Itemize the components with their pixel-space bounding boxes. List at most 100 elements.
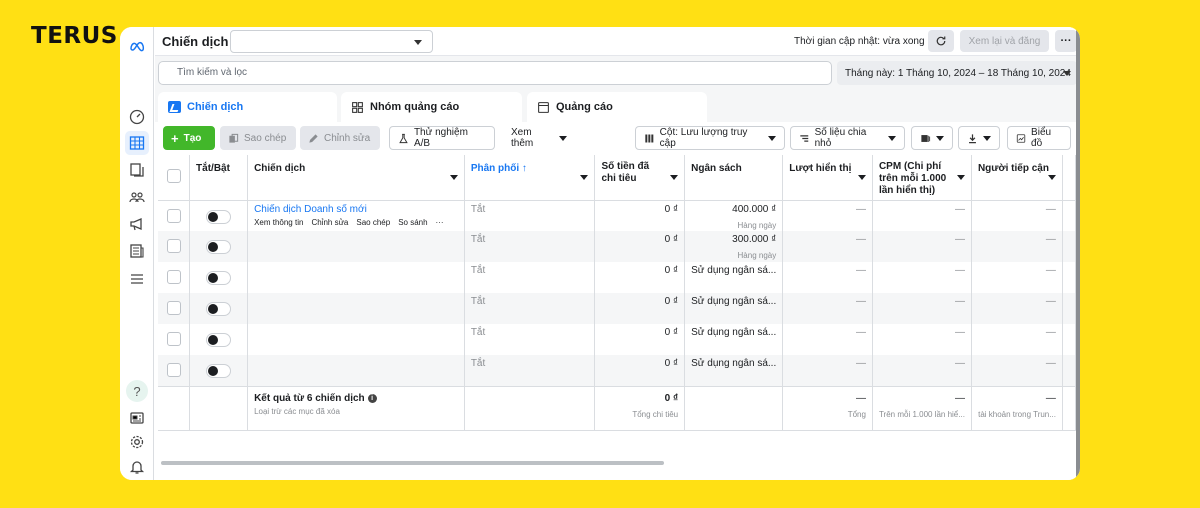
impressions-cell: — xyxy=(782,200,873,231)
row-checkbox[interactable] xyxy=(166,332,181,346)
row-checkbox[interactable] xyxy=(166,363,181,377)
billing-icon[interactable] xyxy=(125,239,149,263)
col-header-delivery[interactable]: Phân phối ↑ xyxy=(464,155,596,201)
col-header-overflow xyxy=(1062,155,1077,201)
row-toggle[interactable] xyxy=(206,209,232,224)
megaphone-icon[interactable] xyxy=(125,212,149,236)
campaign-name-cell[interactable] xyxy=(247,324,465,355)
help-icon[interactable]: ? xyxy=(126,380,148,402)
export-dropdown[interactable] xyxy=(958,126,1000,150)
ab-test-button[interactable]: Thử nghiệm A/B xyxy=(389,126,495,150)
horizontal-scrollbar[interactable] xyxy=(161,461,664,465)
copy-button[interactable]: Sao chép xyxy=(220,126,296,150)
chevron-down-icon xyxy=(1047,175,1056,180)
campaign-name-cell[interactable] xyxy=(247,293,465,324)
select-all-checkbox[interactable] xyxy=(166,169,181,183)
chart-label: Biểu đồ xyxy=(1031,127,1052,149)
columns-dropdown[interactable]: Cột: Lưu lượng truy cập xyxy=(635,126,785,150)
budget-cell: 400.000 ₫ xyxy=(732,203,777,215)
col-header-label: Người tiếp cận xyxy=(977,163,1049,174)
table-summary-row: Kết quả từ 6 chiến dịch i Loại trừ các mụ… xyxy=(158,385,1077,431)
create-label: Tạo xyxy=(183,132,202,144)
view-charts-link[interactable]: Xem thông tin xyxy=(254,218,303,227)
search-input[interactable] xyxy=(177,67,817,78)
create-button[interactable]: + Tạo xyxy=(163,126,215,150)
tab-ad-sets[interactable]: Nhóm quảng cáo xyxy=(341,92,522,122)
col-header-reach[interactable]: Người tiếp cận xyxy=(971,155,1063,201)
news-icon[interactable] xyxy=(125,406,149,430)
audience-icon[interactable] xyxy=(125,185,149,209)
col-header-impressions[interactable]: Lượt hiển thị xyxy=(782,155,873,201)
edit-link[interactable]: Chỉnh sửa xyxy=(311,218,348,227)
info-icon[interactable]: i xyxy=(367,393,377,403)
cpm-cell: — xyxy=(872,200,972,231)
refresh-button[interactable] xyxy=(928,30,954,52)
settings-gear-icon[interactable] xyxy=(125,430,149,454)
cpm-cell: — xyxy=(872,293,972,324)
row-toggle[interactable] xyxy=(206,333,232,347)
row-checkbox[interactable] xyxy=(166,239,181,253)
chart-button[interactable]: Biểu đồ xyxy=(1007,126,1071,150)
tab-ads[interactable]: Quảng cáo xyxy=(527,92,707,122)
see-more-dropdown[interactable]: Xem thêm xyxy=(503,126,575,150)
col-header-budget[interactable]: Ngân sách xyxy=(684,155,784,201)
table-row[interactable]: Tắt 0 ₫ Sử dụng ngân sá... — — — xyxy=(158,324,1077,355)
row-toggle[interactable] xyxy=(206,302,232,316)
table-row[interactable]: Tắt 0 ₫ Sử dụng ngân sá... — — — xyxy=(158,262,1077,293)
campaign-name-cell[interactable] xyxy=(247,262,465,293)
budget-cell: Sử dụng ngân sá... xyxy=(684,262,784,293)
search-filter-bar[interactable] xyxy=(158,61,832,85)
breakdown-dropdown[interactable]: Số liệu chia nhỏ xyxy=(790,126,905,150)
spent-cell: 0 ₫ xyxy=(594,200,686,231)
compare-link[interactable]: So sánh xyxy=(398,218,427,227)
tab-campaigns[interactable]: Chiến dịch xyxy=(158,92,337,122)
reach-cell: — xyxy=(971,262,1063,293)
vertical-scrollbar[interactable] xyxy=(1076,27,1080,480)
meta-logo-icon[interactable] xyxy=(125,34,149,58)
row-checkbox[interactable] xyxy=(166,301,181,315)
summary-title: Kết quả từ 6 chiến dịch i xyxy=(254,393,458,404)
dashboard-icon[interactable] xyxy=(125,105,149,129)
summary-subtitle: Loại trừ các mục đã xóa xyxy=(254,406,340,416)
table-row[interactable]: Tắt 0 ₫ 300.000 ₫ Hàng ngày — — — xyxy=(158,231,1077,262)
col-header-cpm[interactable]: CPM (Chi phí trên mỗi 1.000 lần hiển thị… xyxy=(872,155,972,201)
update-status-text: Thời gian cập nhật: vừa xong xyxy=(794,36,925,47)
col-header-onoff[interactable]: Tắt/Bật xyxy=(189,155,249,201)
col-header-campaign[interactable]: Chiến dịch xyxy=(247,155,465,201)
notification-bell-icon[interactable] xyxy=(125,455,149,479)
table-row[interactable]: Chiến dịch Doanh số mới Xem thông tin Ch… xyxy=(158,200,1077,231)
table-icon[interactable] xyxy=(125,131,149,155)
row-more-icon[interactable]: ··· xyxy=(436,218,444,227)
row-toggle[interactable] xyxy=(206,240,232,254)
duplicate-link[interactable]: Sao chép xyxy=(356,218,390,227)
menu-icon[interactable] xyxy=(125,267,149,291)
more-options-button[interactable]: ··· xyxy=(1055,30,1077,52)
copy-icon xyxy=(229,133,239,143)
reports-dropdown[interactable] xyxy=(911,126,953,150)
chevron-down-icon xyxy=(414,40,422,45)
delivery-cell: Tắt xyxy=(464,355,596,386)
table-row[interactable]: Tắt 0 ₫ Sử dụng ngân sá... — — — xyxy=(158,355,1077,386)
row-toggle[interactable] xyxy=(206,271,232,285)
campaign-name-cell[interactable] xyxy=(247,355,465,386)
row-checkbox[interactable] xyxy=(166,208,181,223)
col-header-amount-spent[interactable]: Số tiền đã chi tiêu xyxy=(594,155,686,201)
row-checkbox[interactable] xyxy=(166,270,181,284)
summary-impressions-label: Tổng xyxy=(847,409,866,419)
row-toggle[interactable] xyxy=(206,364,232,378)
summary-title-text: Kết quả từ 6 chiến dịch xyxy=(254,392,365,404)
table-row[interactable]: Tắt 0 ₫ Sử dụng ngân sá... — — — xyxy=(158,293,1077,324)
pencil-icon xyxy=(309,133,318,143)
review-publish-button[interactable]: Xem lại và đăng xyxy=(960,30,1049,52)
campaign-select-dropdown[interactable] xyxy=(230,30,433,53)
campaign-name-link[interactable]: Chiến dịch Doanh số mới xyxy=(254,204,458,215)
date-range-picker[interactable]: Tháng này: 1 Tháng 10, 2024 – 18 Tháng 1… xyxy=(837,61,1077,85)
chevron-down-icon xyxy=(956,175,965,180)
pages-icon[interactable] xyxy=(125,158,149,182)
campaign-name-cell[interactable] xyxy=(247,231,465,262)
plus-icon: + xyxy=(171,130,179,146)
breakdown-label: Số liệu chia nhỏ xyxy=(814,127,867,149)
edit-button[interactable]: Chỉnh sửa xyxy=(300,126,380,150)
impressions-cell: — xyxy=(782,262,873,293)
summary-cpm-label: Trên mỗi 1.000 lần hiể... xyxy=(878,409,965,419)
